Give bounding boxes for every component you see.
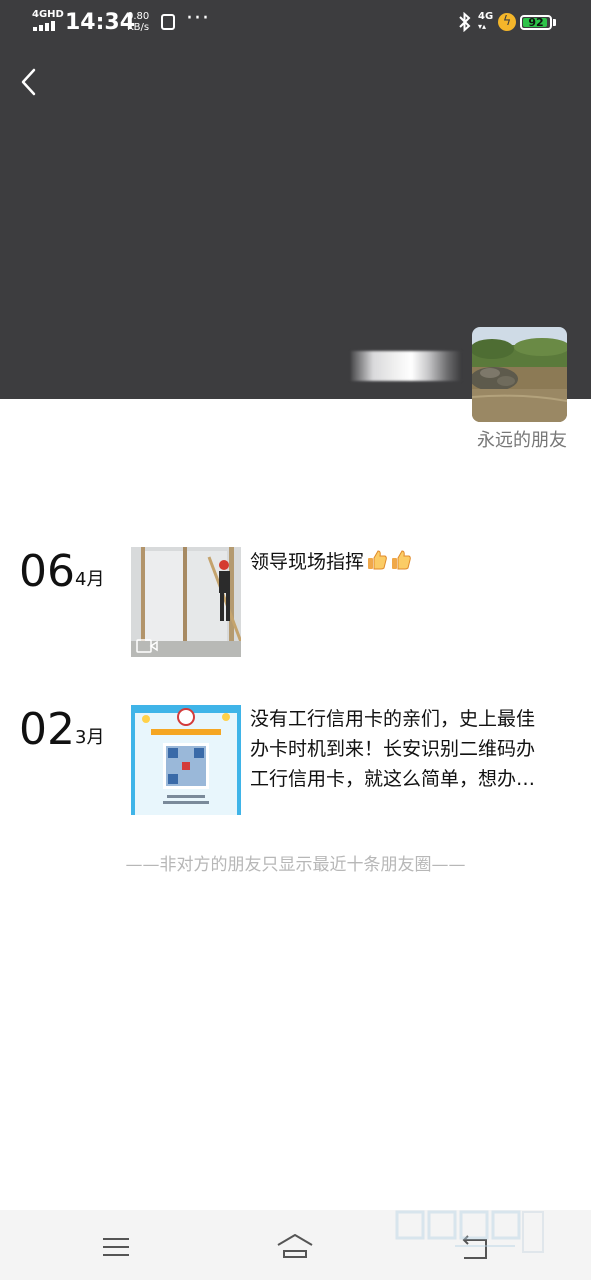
post-text[interactable]: 领导现场指挥 xyxy=(250,547,570,577)
post-month: 3月 xyxy=(75,727,105,748)
network-speed: 0.80 KB/s xyxy=(127,11,149,33)
site-watermark-logo xyxy=(395,1210,544,1253)
charging-icon: ϟ xyxy=(498,13,516,31)
post-day: 02 xyxy=(19,704,75,755)
battery-tip xyxy=(553,19,556,26)
data-arrows-icon: ▾▴ xyxy=(478,22,487,31)
thumbs-up-icon xyxy=(368,550,387,570)
video-icon xyxy=(136,639,158,653)
avatar-photo xyxy=(472,327,567,422)
post-month: 4月 xyxy=(75,569,105,590)
notification-icon xyxy=(161,14,175,30)
back-icon xyxy=(21,68,36,96)
mobile-data-label: 4G ▾▴ xyxy=(478,11,494,32)
profile-signature: 永远的朋友 xyxy=(477,430,567,451)
mobile-data-type: 4G xyxy=(478,11,494,22)
moment-post[interactable]: 02 3月 没有工行信用卡的亲们，史上最佳 办卡时机到来！长安识别二维码办 工行… xyxy=(0,703,591,815)
post-text[interactable]: 没有工行信用卡的亲们，史上最佳 办卡时机到来！长安识别二维码办 工行信用卡，就这… xyxy=(250,704,570,794)
menu-icon xyxy=(103,1238,129,1256)
avatar[interactable] xyxy=(472,327,567,422)
back-button[interactable] xyxy=(14,64,46,100)
signal-icon xyxy=(33,21,57,31)
post-video-thumbnail[interactable] xyxy=(131,547,241,657)
thumbs-up-icon xyxy=(392,550,411,570)
menu-button[interactable] xyxy=(96,1228,136,1264)
moment-post[interactable]: 06 4月 领导现场指挥 xyxy=(0,546,591,657)
speed-value: 0.80 xyxy=(127,11,150,22)
home-button[interactable] xyxy=(275,1228,315,1264)
post-text-content: 领导现场指挥 xyxy=(250,551,365,573)
status-bar: 4GHD 14:34 0.80 KB/s ··· 4G ▾▴ ϟ 92 xyxy=(0,0,591,46)
nickname-blurred xyxy=(351,351,461,381)
home-icon xyxy=(277,1234,313,1258)
clock: 14:34 xyxy=(65,10,136,35)
battery-icon: 92 xyxy=(520,15,552,30)
post-day: 06 xyxy=(19,546,75,597)
post-text-line: 办卡时机到来！长安识别二维码办 xyxy=(250,738,536,760)
post-text-line: 没有工行信用卡的亲们，史上最佳 xyxy=(250,708,536,730)
more-notifications-icon: ··· xyxy=(186,6,210,31)
bluetooth-icon xyxy=(459,12,471,32)
speed-unit: KB/s xyxy=(127,22,150,33)
battery-percent: 92 xyxy=(528,16,544,29)
network-type: 4GHD xyxy=(32,9,64,20)
post-text-line: 工行信用卡，就这么简单，想办… xyxy=(250,768,536,790)
friend-limit-note: ——非对方的朋友只显示最近十条朋友圈—— xyxy=(125,855,466,875)
post-image-thumbnail[interactable] xyxy=(131,705,241,815)
qr-poster-image xyxy=(131,705,241,815)
